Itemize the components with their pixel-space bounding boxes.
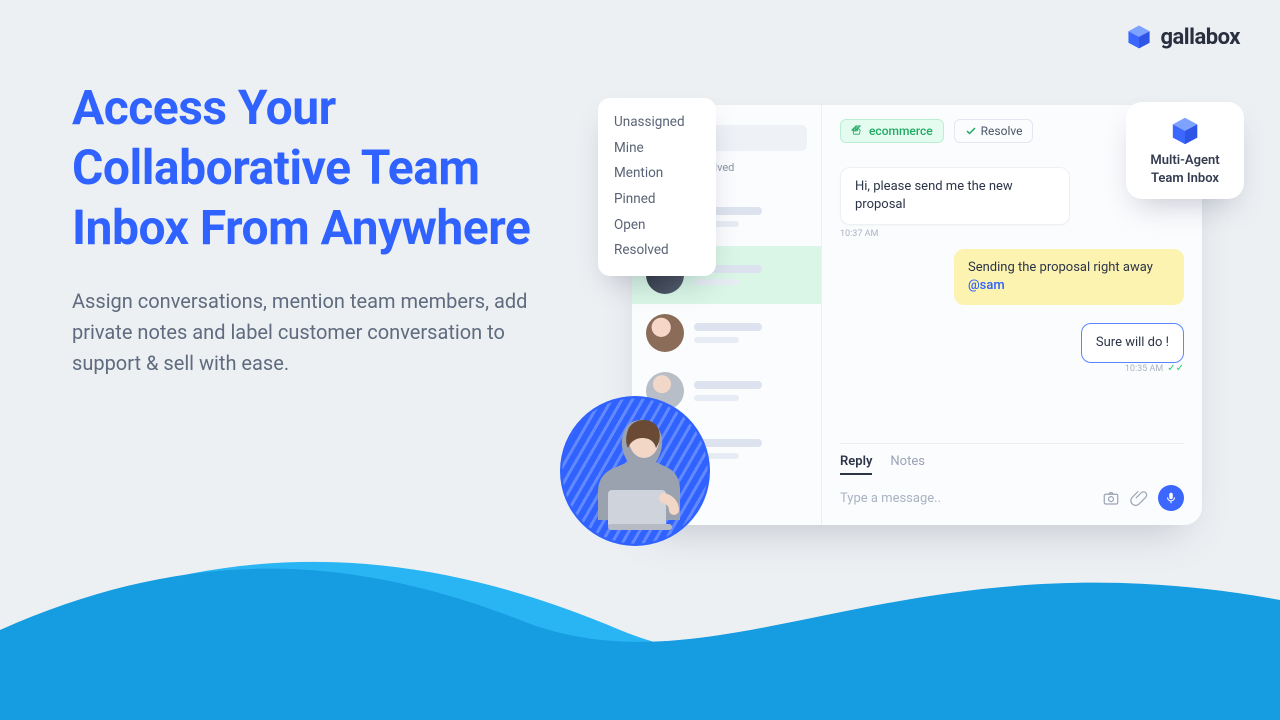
note-text: Sending the proposal right away (968, 260, 1153, 275)
tag-label: ecommerce (869, 124, 933, 138)
hero-section: Access Your Collaborative Team Inbox Fro… (72, 78, 532, 379)
brand-logo: gallabox (1126, 24, 1240, 50)
filter-item-open[interactable]: Open (614, 213, 700, 239)
conversation-item[interactable] (632, 304, 821, 362)
message-bubble: Sending the proposal right away @sam (954, 249, 1184, 305)
tab-notes[interactable]: Notes (890, 454, 925, 475)
hero-person-illustration (560, 396, 710, 546)
tab-reply[interactable]: Reply (840, 454, 872, 475)
resolve-label: Resolve (981, 124, 1023, 138)
conversation-tag[interactable]: ecommerce (840, 119, 944, 143)
message-incoming: Hi, please send me the new proposal 10:3… (840, 167, 1070, 239)
filter-dropdown[interactable]: Unassigned Mine Mention Pinned Open Reso… (598, 98, 716, 276)
message-input[interactable]: Type a message.. (840, 491, 1092, 506)
cube-icon (1170, 116, 1200, 146)
filter-item-mine[interactable]: Mine (614, 136, 700, 162)
message-bubble: Sure will do ! (1081, 323, 1184, 363)
delivered-icon: ✓✓ (1167, 363, 1184, 374)
check-icon (965, 125, 977, 137)
cube-icon (1126, 24, 1152, 50)
attachment-icon[interactable] (1130, 489, 1148, 507)
person-icon (578, 404, 706, 554)
message-outgoing: Sure will do ! (1081, 323, 1184, 363)
mention[interactable]: @sam (968, 278, 1005, 293)
filter-item-resolved[interactable]: Resolved (614, 238, 700, 264)
message-internal-note: Sending the proposal right away @sam (954, 249, 1184, 305)
resolve-button[interactable]: Resolve (954, 119, 1034, 143)
inbox-app: Open Resolved ecommerce Resolve Hi, plea… (632, 105, 1202, 525)
filter-item-unassigned[interactable]: Unassigned (614, 110, 700, 136)
feature-text: Multi-AgentTeam Inbox (1136, 152, 1234, 187)
message-bubble: Hi, please send me the new proposal (840, 167, 1070, 225)
hero-title: Access Your Collaborative Team Inbox Fro… (72, 78, 532, 258)
feature-callout: Multi-AgentTeam Inbox (1126, 102, 1244, 199)
mic-icon (1164, 491, 1178, 505)
camera-icon[interactable] (1102, 489, 1120, 507)
chat-body: Hi, please send me the new proposal 10:3… (840, 157, 1184, 443)
compose-tabs: Reply Notes (840, 454, 1184, 475)
filter-item-mention[interactable]: Mention (614, 161, 700, 187)
avatar (646, 314, 684, 352)
message-time-outgoing: 10:35 AM ✓✓ (1125, 363, 1184, 374)
message-time: 10:37 AM (840, 229, 1070, 239)
tag-icon (851, 125, 863, 137)
mic-button[interactable] (1158, 485, 1184, 511)
brand-name: gallabox (1160, 25, 1240, 50)
hero-subtitle: Assign conversations, mention team membe… (72, 286, 532, 379)
compose-area: Reply Notes Type a message.. (840, 443, 1184, 525)
filter-item-pinned[interactable]: Pinned (614, 187, 700, 213)
